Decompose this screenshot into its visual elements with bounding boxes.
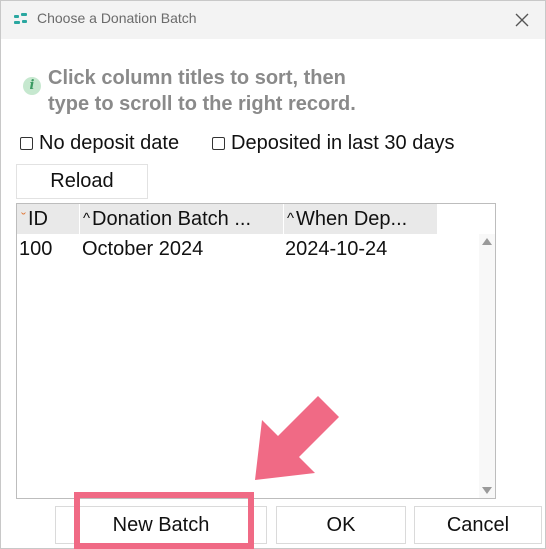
app-logo-icon (13, 12, 29, 28)
table-row[interactable]: 100 October 2024 2024-10-24 (17, 235, 477, 263)
no-deposit-date-checkbox[interactable]: No deposit date (20, 132, 179, 155)
column-divider[interactable] (79, 204, 80, 234)
new-batch-button[interactable]: New Batch (55, 506, 267, 544)
checkbox-box[interactable] (212, 137, 225, 150)
cancel-button[interactable]: Cancel (414, 506, 542, 544)
checkbox-box[interactable] (20, 137, 33, 150)
deposited-last-30-checkbox[interactable]: Deposited in last 30 days (212, 132, 454, 155)
column-header-when-deposited[interactable]: ^ When Dep... (287, 204, 437, 234)
sort-desc-icon: ˇ (21, 210, 26, 227)
window-title: Choose a Donation Batch (37, 10, 197, 26)
reload-button[interactable]: Reload (16, 164, 148, 199)
cell-batch: October 2024 (82, 238, 204, 260)
table-header: ˇ ID ^ Donation Batch ... ^ When Dep... (17, 204, 437, 234)
cell-when-deposited: 2024-10-24 (285, 238, 388, 260)
dialog-window: Choose a Donation Batch i Click column t… (0, 0, 546, 549)
column-header-label: Donation Batch ... (92, 208, 252, 230)
hint-line-1: Click column titles to sort, then (48, 67, 346, 89)
sort-asc-icon: ^ (83, 210, 91, 227)
column-divider[interactable] (283, 204, 284, 234)
scroll-up-icon[interactable] (482, 238, 492, 245)
column-header-label: ID (28, 208, 48, 230)
deposited-last-30-label: Deposited in last 30 days (231, 132, 455, 154)
close-icon[interactable] (509, 7, 535, 33)
no-deposit-date-label: No deposit date (39, 132, 180, 154)
hint-line-2: type to scroll to the right record. (48, 93, 356, 115)
vertical-scrollbar[interactable] (479, 234, 495, 498)
column-header-label: When Dep... (296, 208, 408, 230)
batch-table[interactable]: ˇ ID ^ Donation Batch ... ^ When Dep... 100… (16, 203, 496, 499)
sort-asc-icon: ^ (287, 210, 295, 227)
info-icon: i (23, 77, 41, 95)
hint-text: Click column titles to sort, then type t… (48, 65, 356, 117)
title-bar[interactable]: Choose a Donation Batch (1, 1, 545, 39)
cell-id: 100 (19, 238, 53, 260)
ok-button[interactable]: OK (276, 506, 406, 544)
column-header-id[interactable]: ˇ ID (21, 204, 79, 234)
column-header-donation-batch[interactable]: ^ Donation Batch ... (83, 204, 283, 234)
scroll-down-icon[interactable] (482, 487, 492, 494)
